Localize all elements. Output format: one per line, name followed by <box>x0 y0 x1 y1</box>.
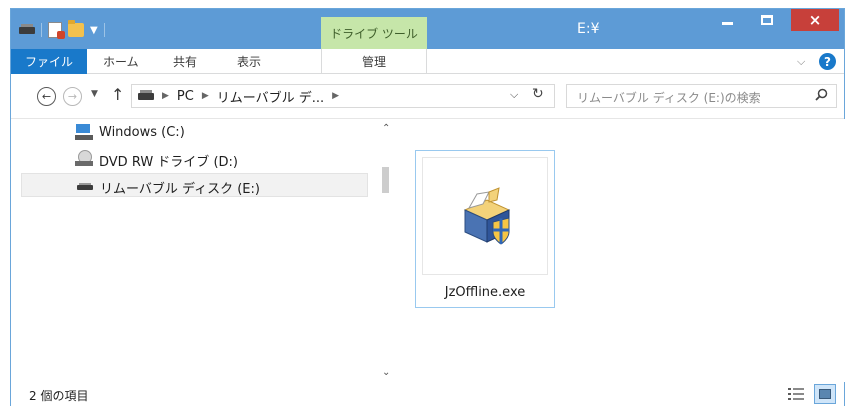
nav-item-label: DVD RW ドライブ (D:) <box>99 155 238 170</box>
maximize-icon <box>761 15 773 25</box>
explorer-window: ▼ ドライブ ツール E:¥ × ファイル ホーム 共有 表示 管理 ⌵ ? ←… <box>10 8 845 407</box>
file-name: JzOffline.exe <box>444 285 526 300</box>
navigation-bar: ← → ▼ ↑ ▶ PC ▶ リムーバブル デ... ▶ ⌵ ↻ リムーバブル … <box>11 75 844 119</box>
close-icon: × <box>808 11 822 29</box>
status-bar: 2 個の項目 <box>11 382 844 407</box>
nav-item-label: Windows (C:) <box>99 125 185 140</box>
address-dropdown-icon[interactable]: ⌵ <box>510 88 518 102</box>
tab-view[interactable]: 表示 <box>237 49 261 74</box>
nav-item-label: リムーバブル ディスク (E:) <box>100 182 260 197</box>
search-placeholder: リムーバブル ディスク (E:)の検索 <box>577 91 761 105</box>
breadcrumb-pc[interactable]: PC <box>177 89 194 104</box>
search-icon[interactable] <box>815 88 828 101</box>
title-bar[interactable]: ▼ ドライブ ツール E:¥ × <box>11 9 844 49</box>
navigation-pane: Windows (C:) DVD RW ドライブ (D:) リムーバブル ディス… <box>21 119 396 382</box>
qat-dropdown-icon[interactable]: ▼ <box>90 25 98 36</box>
windows-drive-icon <box>75 124 93 140</box>
details-view-icon[interactable] <box>787 386 805 402</box>
minimize-button[interactable] <box>713 9 741 31</box>
new-folder-icon[interactable] <box>68 20 84 37</box>
refresh-icon[interactable]: ↻ <box>532 86 544 102</box>
properties-icon[interactable] <box>48 22 65 39</box>
file-thumbnail <box>422 157 548 275</box>
chevron-right-icon[interactable]: ▶ <box>332 91 339 101</box>
tab-manage[interactable]: 管理 <box>321 49 427 74</box>
qat-divider <box>103 23 105 37</box>
help-icon[interactable]: ? <box>819 53 836 70</box>
minimize-icon <box>721 21 733 25</box>
nav-item-windows-c[interactable]: Windows (C:) <box>21 121 368 145</box>
tab-share[interactable]: 共有 <box>173 49 197 74</box>
drive-icon <box>138 89 154 100</box>
chevron-right-icon[interactable]: ▶ <box>162 91 169 101</box>
close-button[interactable]: × <box>791 9 839 31</box>
ribbon-tab-bar: ファイル ホーム 共有 表示 管理 ⌵ ? <box>11 49 844 74</box>
window-title: E:¥ <box>577 21 600 37</box>
large-icons-view-icon[interactable] <box>814 384 836 404</box>
recent-locations-icon[interactable]: ▼ <box>91 89 98 99</box>
back-button[interactable]: ← <box>37 87 56 106</box>
large-icons-glyph <box>819 389 831 399</box>
item-count: 2 個の項目 <box>29 389 89 403</box>
tab-file[interactable]: ファイル <box>11 49 87 74</box>
file-item[interactable]: JzOffline.exe <box>415 150 555 308</box>
chevron-right-icon[interactable]: ▶ <box>202 91 209 101</box>
drive-icon <box>19 23 35 34</box>
tab-home[interactable]: ホーム <box>103 49 139 74</box>
nav-item-dvd-d[interactable]: DVD RW ドライブ (D:) <box>21 147 368 171</box>
removable-drive-icon <box>76 177 94 193</box>
search-box[interactable]: リムーバブル ディスク (E:)の検索 <box>566 84 837 108</box>
qat-divider <box>41 23 42 37</box>
setup-installer-icon <box>463 187 511 245</box>
nav-item-removable-e[interactable]: リムーバブル ディスク (E:) <box>21 173 368 197</box>
file-list-pane[interactable]: JzOffline.exe <box>389 119 845 382</box>
context-tab-drive-tools: ドライブ ツール <box>321 17 427 49</box>
ribbon-expand-icon[interactable]: ⌵ <box>797 55 805 69</box>
dvd-drive-icon <box>75 150 93 166</box>
quick-access-toolbar: ▼ <box>19 20 105 39</box>
maximize-button[interactable] <box>753 9 781 31</box>
breadcrumb-removable-disk[interactable]: リムーバブル デ... <box>217 87 324 106</box>
up-button[interactable]: ↑ <box>111 85 124 104</box>
forward-button[interactable]: → <box>63 87 82 106</box>
address-bar[interactable]: ▶ PC ▶ リムーバブル デ... ▶ ⌵ ↻ <box>131 84 555 108</box>
